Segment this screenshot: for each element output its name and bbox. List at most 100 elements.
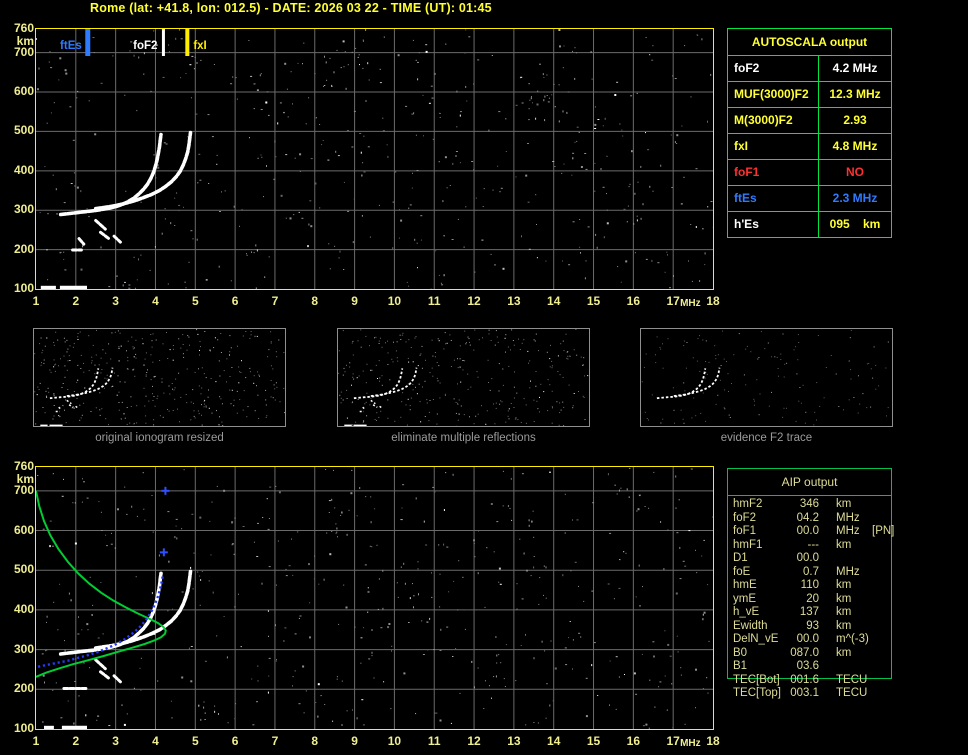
aip-row-unit: km — [836, 606, 852, 618]
autoscala-row-value: 4.8 MHz — [832, 139, 878, 153]
autoscala-output-table: AUTOSCALA output foF2 4.2 MHz MUF(3000)F2 1… — [727, 28, 892, 238]
autoscala-row-label: foF1 — [728, 160, 819, 185]
x-tick-label: 9 — [351, 294, 358, 308]
autoscala-row-label: M(3000)F2 — [728, 108, 819, 133]
thumbnail-canvas — [34, 329, 286, 427]
aip-row-hmf2: hmF2 346 km — [733, 498, 891, 512]
aip-row-value: 003.1 — [790, 687, 819, 699]
x-tick-label: 15 — [586, 734, 601, 748]
autoscala-table-rows: foF2 4.2 MHz MUF(3000)F2 12.3 MHz M(3000)F2 2… — [728, 56, 891, 237]
grid-layer — [36, 467, 713, 729]
x-tick-label: 12 — [467, 294, 481, 308]
x-tick-label: 7 — [271, 294, 279, 308]
aip-row-label: D1 — [733, 552, 748, 564]
aip-row-unit — [836, 660, 870, 674]
thumbnail-eliminate-reflections — [337, 328, 590, 427]
aip-row-d1: D1 00.0 — [733, 552, 891, 566]
aip-row-tecbot: TEC[Bot] 001.6 TECU — [733, 674, 891, 688]
x-tick-label: 15 — [586, 294, 601, 308]
marker-ftes: ftEs — [60, 29, 91, 56]
x-axis-unit-label: MHz — [680, 298, 701, 309]
aip-row-hmf1: hmF1 --- km — [733, 539, 891, 553]
aip-row-label: B1 — [733, 660, 748, 672]
aip-row-value: 087.0 — [790, 646, 819, 659]
x-tick-label: 16 — [626, 734, 641, 748]
aip-row-label: h_vE — [733, 606, 760, 618]
noise-layer — [37, 467, 713, 729]
restored-trace-plus-mark — [159, 548, 168, 557]
grid-layer — [36, 29, 713, 289]
aip-row-unit: m^(-3) — [836, 633, 869, 645]
y-tick-label: 500 — [13, 562, 34, 577]
autoscala-row-value: 4.2 MHz — [832, 61, 878, 75]
x-tick-label: 11 — [427, 294, 441, 308]
aip-table-rows: hmF2 346 km foF2 04.2 MHz foF1 00.0 MHz [PN] hmF1 -… — [728, 496, 895, 701]
aip-row-value: 00.0 — [796, 633, 819, 645]
aip-row-fof1: foF1 00.0 MHz [PN] — [733, 525, 895, 539]
autoscala-row-label: foF2 — [728, 56, 819, 81]
aip-row-b1: B1 03.6 — [733, 660, 891, 674]
autoscala-row-fof1: foF1 NO — [728, 159, 891, 185]
aip-row-unit: km — [836, 592, 852, 605]
x-tick-label: 5 — [191, 294, 199, 308]
aip-row-unit: km — [836, 646, 852, 659]
x-tick-label: 3 — [112, 294, 119, 308]
x-tick-label: 18 — [706, 294, 720, 308]
y-tick-label: 400 — [13, 162, 34, 177]
x-tick-label: 4 — [152, 734, 159, 748]
autoscala-row-value: 2.3 MHz — [832, 191, 878, 205]
autoscala-row-value: 12.3 MHz — [829, 87, 881, 101]
x-tick-label: 1 — [32, 294, 40, 308]
x-tick-label: 2 — [72, 734, 80, 748]
y-tick-label: 600 — [13, 522, 34, 537]
thumbnail-original-ionogram — [33, 328, 286, 427]
aip-row-label: foE — [733, 565, 751, 578]
aip-row-unit: TECU — [836, 687, 868, 699]
marker-label-fof2: foF2 — [133, 40, 157, 52]
aip-row-label: DelN_vE — [733, 633, 779, 645]
top-ionogram-plot: ftEs foF2 fxI — [35, 28, 714, 290]
aip-row-note: [PN] — [872, 525, 895, 537]
aip-row-label: hmF1 — [733, 538, 763, 551]
marker-fxi: fxI — [185, 29, 207, 56]
autoscala-screen: Rome (lat: +41.8, lon: 012.5) - DATE: 20… — [0, 0, 968, 755]
restored-trace-plus-mark — [161, 486, 170, 495]
aip-row-unit: km — [836, 538, 852, 551]
autoscala-row-label: fxI — [728, 134, 819, 159]
x-tick-label: 13 — [507, 294, 521, 308]
x-tick-label: 4 — [152, 294, 159, 308]
aip-row-label: Ewidth — [733, 619, 768, 632]
aip-row-label: TEC[Top] — [733, 687, 781, 699]
aip-row-value: 04.2 — [796, 511, 819, 524]
aip-output-table: AIP output hmF2 346 km foF2 04.2 MHz foF1 00.0 M… — [727, 468, 894, 699]
thumb-trace-layer — [40, 367, 114, 427]
bottom-ionogram-canvas — [36, 467, 713, 729]
aip-row-value: 0.7 — [803, 565, 819, 578]
x-tick-label: 10 — [387, 294, 402, 308]
y-tick-label: 500 — [13, 123, 34, 138]
thumbnail-canvas — [338, 329, 589, 427]
aip-row-tectop: TEC[Top] 003.1 TECU — [733, 687, 891, 701]
aip-table-header: AIP output — [728, 469, 891, 496]
aip-row-value: 001.6 — [790, 673, 819, 686]
autoscala-row-value: 2.93 — [843, 113, 867, 127]
autoscala-row-m3000f2: M(3000)F2 2.93 — [728, 107, 891, 133]
aip-row-label: foF1 — [733, 525, 757, 537]
autoscala-row-ftes: ftEs 2.3 MHz — [728, 185, 891, 211]
autoscala-row-label: ftEs — [728, 186, 819, 211]
x-tick-label: 3 — [112, 734, 119, 748]
aip-row-fof2: foF2 04.2 MHz — [733, 512, 891, 526]
thumbnail-canvas — [641, 329, 889, 426]
y-tick-label: 600 — [13, 84, 34, 99]
aip-row-foe: foE 0.7 MHz — [733, 566, 891, 580]
x-tick-label: 6 — [231, 294, 239, 308]
aip-row-label: hmE — [733, 579, 757, 591]
x-tick-label: 14 — [547, 734, 561, 748]
autoscala-row-label: MUF(3000)F2 — [728, 82, 819, 107]
x-tick-label: 2 — [72, 294, 80, 308]
bottom-ionogram-plot — [35, 466, 714, 730]
aip-row-value: 00.0 — [796, 525, 819, 537]
thumbnail-caption-original: original ionogram resized — [95, 432, 224, 444]
y-tick-label: 200 — [13, 241, 34, 256]
marker-fof2: foF2 — [133, 29, 165, 56]
